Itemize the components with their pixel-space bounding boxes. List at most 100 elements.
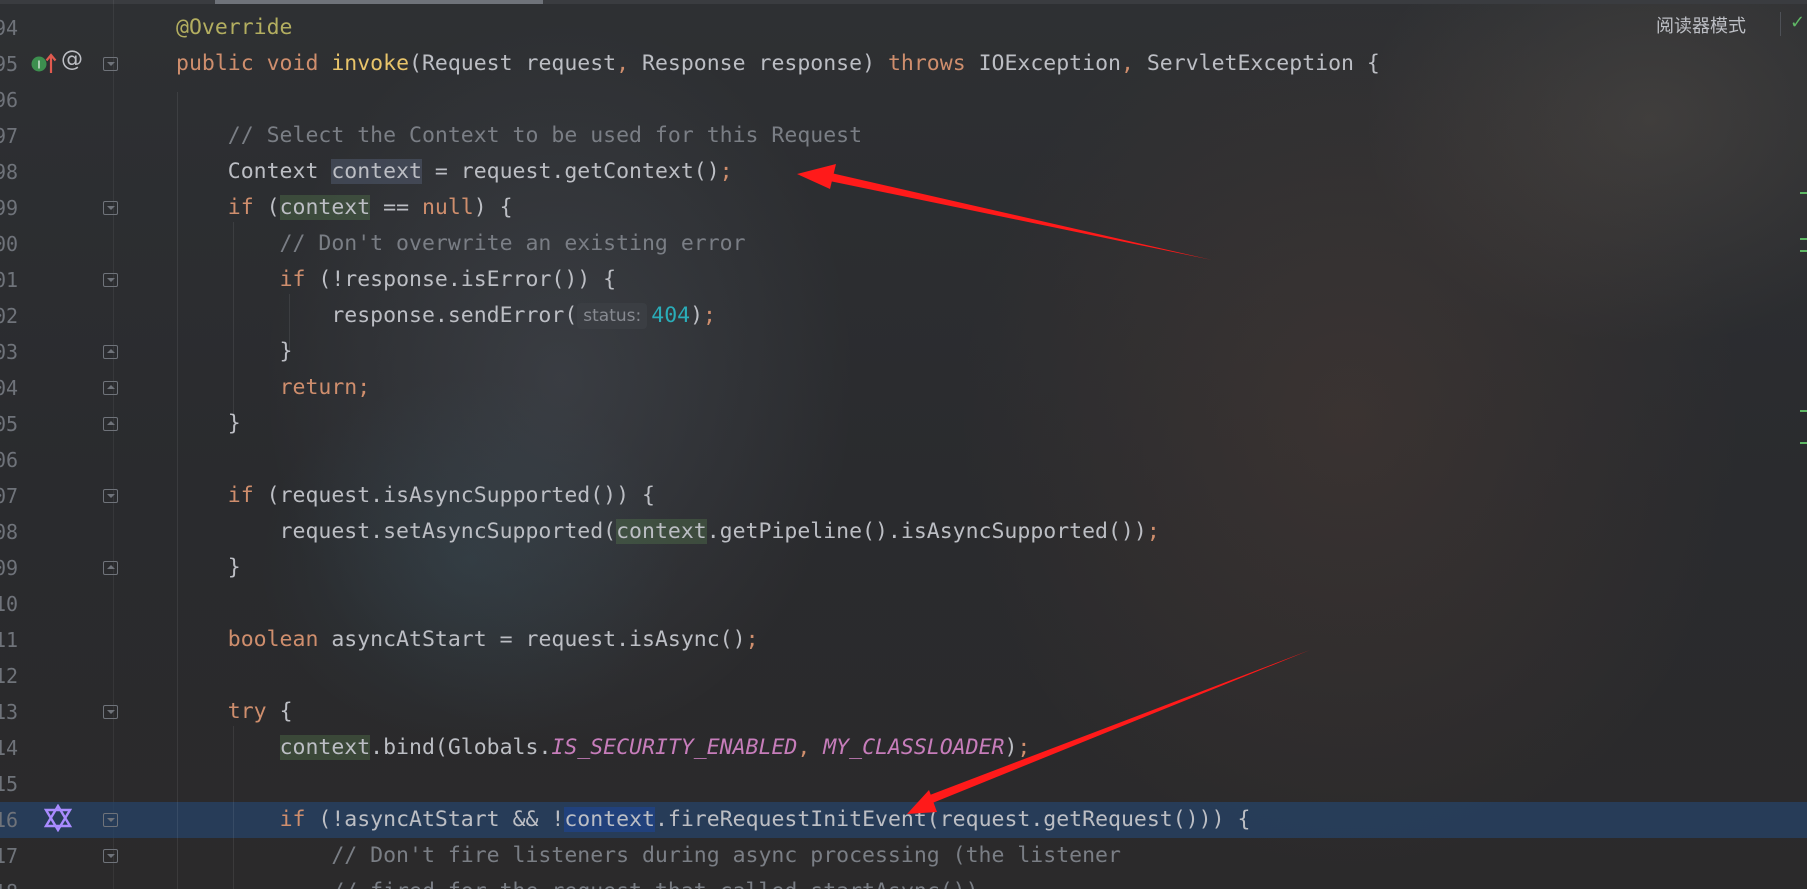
line-number[interactable]: 96: [0, 82, 24, 118]
code-text[interactable]: request.setAsyncSupported(context.getPip…: [176, 514, 1160, 550]
fold-marker-icon[interactable]: [103, 489, 118, 503]
line-number[interactable]: 05: [0, 406, 24, 442]
code-line[interactable]: 12: [0, 658, 1807, 694]
code-line[interactable]: 18 // fired for the request that called …: [0, 874, 1807, 889]
line-number[interactable]: 15: [0, 766, 24, 802]
code-line[interactable]: 06: [0, 442, 1807, 478]
line-number[interactable]: 12: [0, 658, 24, 694]
fold-marker-icon[interactable]: [103, 813, 118, 827]
code-line[interactable]: 97 // Select the Context to be used for …: [0, 118, 1807, 154]
horizontal-scrollbar[interactable]: [0, 0, 1807, 4]
code-text[interactable]: Context context = request.getContext();: [176, 154, 733, 190]
line-number[interactable]: 08: [0, 514, 24, 550]
fold-marker-icon[interactable]: [103, 201, 118, 215]
code-line[interactable]: 00 // Don't overwrite an existing error: [0, 226, 1807, 262]
code-line[interactable]: 99 if (context == null) {: [0, 190, 1807, 226]
code-line[interactable]: 15: [0, 766, 1807, 802]
indent-guide: [289, 294, 290, 350]
code-line[interactable]: 17 // Don't fire listeners during async …: [0, 838, 1807, 874]
code-line[interactable]: 13 try {: [0, 694, 1807, 730]
fold-marker-icon[interactable]: [103, 705, 118, 719]
vertical-scrollbar[interactable]: [1800, 0, 1807, 889]
code-text[interactable]: try {: [176, 694, 293, 730]
code-line[interactable]: 03 }: [0, 334, 1807, 370]
fold-marker-icon[interactable]: [103, 345, 118, 359]
code-line[interactable]: 11 boolean asyncAtStart = request.isAsyn…: [0, 622, 1807, 658]
code-text[interactable]: context.bind(Globals.IS_SECURITY_ENABLED…: [176, 730, 1030, 766]
code-text[interactable]: @Override: [176, 10, 293, 46]
code-line[interactable]: 05 }: [0, 406, 1807, 442]
code-line[interactable]: 02 response.sendError(status: 404);: [0, 298, 1807, 334]
code-line[interactable]: 10: [0, 586, 1807, 622]
line-number[interactable]: 11: [0, 622, 24, 658]
code-text[interactable]: if (context == null) {: [176, 190, 513, 226]
line-number[interactable]: 01: [0, 262, 24, 298]
line-number[interactable]: 00: [0, 226, 24, 262]
code-line[interactable]: 04 return;: [0, 370, 1807, 406]
code-text[interactable]: }: [176, 334, 293, 370]
line-number[interactable]: 94: [0, 10, 24, 46]
code-text[interactable]: if (!asyncAtStart && !context.fireReques…: [176, 802, 1250, 838]
code-text[interactable]: // fired for the request that called sta…: [176, 874, 978, 889]
line-number[interactable]: 14: [0, 730, 24, 766]
code-token: (!response.isError()) {: [318, 267, 617, 292]
code-token: public: [176, 51, 267, 76]
code-line[interactable]: 96: [0, 82, 1807, 118]
line-number[interactable]: 97: [0, 118, 24, 154]
fold-marker-icon[interactable]: [103, 849, 118, 863]
code-token: ServletException {: [1146, 51, 1380, 76]
at-annotation-icon[interactable]: @: [61, 47, 83, 72]
code-text[interactable]: }: [176, 550, 241, 586]
code-text[interactable]: // Select the Context to be used for thi…: [176, 118, 862, 154]
code-line[interactable]: 98 Context context = request.getContext(…: [0, 154, 1807, 190]
fold-marker-icon[interactable]: [103, 273, 118, 287]
line-number[interactable]: 17: [0, 838, 24, 874]
line-number[interactable]: 06: [0, 442, 24, 478]
scrollbar-thumb[interactable]: [215, 0, 543, 4]
line-number[interactable]: 16: [0, 802, 24, 838]
line-number[interactable]: 98: [0, 154, 24, 190]
code-text[interactable]: response.sendError(status: 404);: [176, 298, 716, 334]
code-line[interactable]: 08 request.setAsyncSupported(context.get…: [0, 514, 1807, 550]
line-number[interactable]: 09: [0, 550, 24, 586]
line-number[interactable]: 03: [0, 334, 24, 370]
override-implement-icon[interactable]: I: [30, 51, 64, 77]
reader-mode-toggle[interactable]: 阅读器模式: [1656, 12, 1746, 38]
debug-current-line-icon[interactable]: [44, 804, 72, 832]
code-editor[interactable]: 94 @Override 95 public void invoke(Request …: [0, 0, 1807, 889]
fold-marker-icon[interactable]: [103, 381, 118, 395]
fold-marker-icon[interactable]: [103, 561, 118, 575]
code-token: void: [266, 51, 332, 76]
code-line[interactable]: 09 }: [0, 550, 1807, 586]
code-token: .getPipeline().isAsyncSupported()): [706, 519, 1147, 544]
line-number[interactable]: 99: [0, 190, 24, 226]
line-number[interactable]: 02: [0, 298, 24, 334]
line-number[interactable]: 10: [0, 586, 24, 622]
code-token: ;: [1146, 519, 1160, 544]
line-number[interactable]: 18: [0, 874, 24, 889]
code-text[interactable]: // Don't overwrite an existing error: [176, 226, 746, 262]
code-token: throws: [887, 51, 979, 76]
code-text[interactable]: if (request.isAsyncSupported()) {: [176, 478, 655, 514]
line-number[interactable]: 95: [0, 46, 24, 82]
code-line[interactable]: 14 context.bind(Globals.IS_SECURITY_ENAB…: [0, 730, 1807, 766]
code-line[interactable]: 94 @Override: [0, 10, 1807, 46]
code-line[interactable]: 95 public void invoke(Request request, Re…: [0, 46, 1807, 82]
line-number[interactable]: 07: [0, 478, 24, 514]
code-text[interactable]: // Don't fire listeners during async pro…: [176, 838, 1121, 874]
code-line[interactable]: 16 if (!asyncAtStart && !context.fireReq…: [0, 802, 1807, 838]
code-text[interactable]: return;: [176, 370, 371, 406]
code-line[interactable]: 01 if (!response.isError()) {: [0, 262, 1807, 298]
code-text[interactable]: public void invoke(Request request, Resp…: [176, 46, 1380, 82]
code-text[interactable]: }: [176, 406, 241, 442]
fold-marker-icon[interactable]: [103, 57, 118, 71]
line-number[interactable]: 04: [0, 370, 24, 406]
code-line[interactable]: 07 if (request.isAsyncSupported()) {: [0, 478, 1807, 514]
code-text[interactable]: boolean asyncAtStart = request.isAsync()…: [176, 622, 759, 658]
code-text[interactable]: if (!response.isError()) {: [176, 262, 617, 298]
line-number[interactable]: 13: [0, 694, 24, 730]
fold-marker-icon[interactable]: [103, 417, 118, 431]
